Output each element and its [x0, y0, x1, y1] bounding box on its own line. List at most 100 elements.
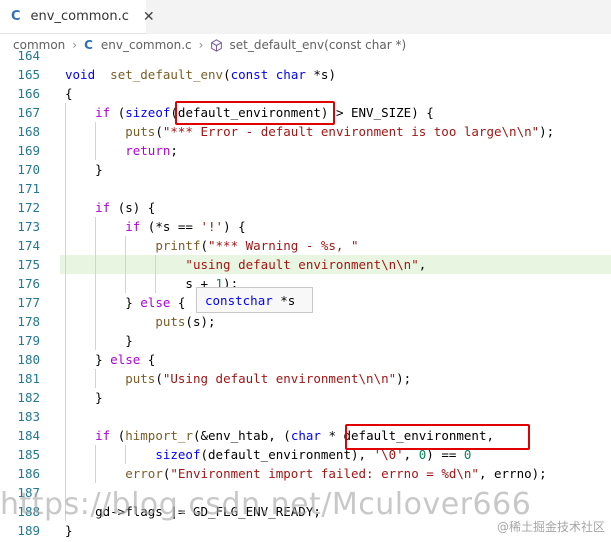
line-number: 178: [17, 314, 40, 329]
line-number: 175: [17, 257, 40, 272]
code-token: (: [155, 371, 163, 386]
code-token: , errno);: [478, 466, 547, 481]
code-line: 172 if (s) {: [0, 198, 611, 217]
code-token: puts: [125, 371, 156, 386]
code-line: 170 }: [0, 160, 611, 179]
code-line: 182 }: [0, 388, 611, 407]
line-number: 186: [17, 466, 40, 481]
tab-env-common[interactable]: C env_common.c ✕: [0, 0, 155, 34]
watermark: https://blog.csdn.net/Mculover666: [0, 487, 532, 522]
code-token: char: [275, 67, 306, 82]
line-number: 177: [17, 295, 40, 310]
code-token: (&env_htab, (: [192, 428, 291, 443]
code-text: } else {: [65, 350, 155, 369]
code-text: }: [65, 521, 73, 540]
code-token: }: [65, 162, 103, 177]
code-text: if (s) {: [65, 198, 155, 217]
code-token: ;: [170, 143, 178, 158]
line-number: 169: [17, 143, 40, 158]
line-number: 183: [17, 409, 40, 424]
highlight-box: [175, 101, 335, 125]
code-token: else: [140, 295, 171, 310]
code-token: char: [290, 428, 321, 443]
code-line: 171: [0, 179, 611, 198]
indent-guide: [95, 369, 97, 388]
line-number: 172: [17, 200, 40, 215]
code-token: }: [65, 333, 133, 348]
code-token: error: [125, 466, 163, 481]
code-text: } else {: [65, 293, 185, 312]
code-token: ,: [418, 257, 427, 272]
code-text: {: [65, 84, 73, 103]
code-line: 180 } else {: [0, 350, 611, 369]
code-token: }: [65, 523, 73, 538]
c-file-icon: C: [11, 9, 21, 24]
line-number: 176: [17, 276, 40, 291]
hover-tooltip: const char *s: [196, 287, 313, 313]
code-token: "*** Error - default environment is too …: [162, 124, 540, 139]
code-text: if (*s == '!') {: [65, 217, 246, 236]
code-token: sizeof: [125, 105, 171, 120]
line-number: 170: [17, 162, 40, 177]
tooltip-rest: *s: [272, 292, 296, 308]
code-token: (: [200, 238, 208, 253]
code-text: "using default environment\n\n",: [65, 255, 426, 274]
code-token: s +: [65, 276, 216, 291]
line-number: 182: [17, 390, 40, 405]
code-token: else: [110, 352, 141, 367]
line-number: 181: [17, 371, 40, 386]
tooltip-keyword: const: [205, 292, 243, 308]
indent-guide: [125, 236, 127, 293]
line-number: 164: [17, 48, 40, 63]
code-line: 164: [0, 46, 611, 65]
code-line: 169 return;: [0, 141, 611, 160]
close-icon[interactable]: ✕: [143, 9, 155, 25]
code-line: 165 void set_default_env(const char *s): [0, 65, 611, 84]
code-text: void set_default_env(const char *s): [65, 65, 336, 84]
code-text: error("Environment import failed: errno …: [65, 464, 547, 483]
indent-guide: [125, 445, 127, 464]
code-token: puts: [125, 124, 156, 139]
code-token: ) {: [223, 219, 246, 234]
code-text: puts("Using default environment\n\n");: [65, 369, 411, 388]
code-token: printf: [155, 238, 201, 253]
line-number: 185: [17, 447, 40, 462]
code-token: set_default_env: [110, 67, 224, 82]
code-token: if: [95, 105, 111, 120]
code-token: "*** Warning - %s, ": [208, 238, 359, 253]
code-token: himport_r: [125, 428, 193, 443]
code-token: if: [95, 200, 111, 215]
code-token: }: [65, 295, 141, 310]
code-token: (s);: [185, 314, 216, 329]
code-token: '!': [200, 219, 224, 234]
code-token: "Using default environment\n\n": [162, 371, 397, 386]
code-line: 181 puts("Using default environment\n\n"…: [0, 369, 611, 388]
code-token: (: [155, 124, 163, 139]
line-number: 165: [17, 67, 40, 82]
code-token: void: [65, 67, 96, 82]
code-token: return: [125, 143, 171, 158]
tooltip-type: char: [242, 292, 273, 308]
code-line: 174 printf("*** Warning - %s, ": [0, 236, 611, 255]
code-token: if: [125, 219, 141, 234]
code-token: *s): [305, 67, 336, 82]
code-token: const: [230, 67, 269, 82]
line-number: 179: [17, 333, 40, 348]
code-text: puts(s);: [65, 312, 216, 331]
code-token: }: [65, 352, 111, 367]
indent-guide: [95, 122, 97, 160]
code-token: (s) {: [110, 200, 156, 215]
indent-guide: [155, 255, 157, 293]
line-number: 171: [17, 181, 40, 196]
line-number: 184: [17, 428, 40, 443]
line-number: 173: [17, 219, 40, 234]
indent-guide: [65, 103, 66, 521]
code-line: 178 puts(s);: [0, 312, 611, 331]
code-text: }: [65, 331, 133, 350]
code-token: (: [223, 67, 231, 82]
line-number: 166: [17, 86, 40, 101]
